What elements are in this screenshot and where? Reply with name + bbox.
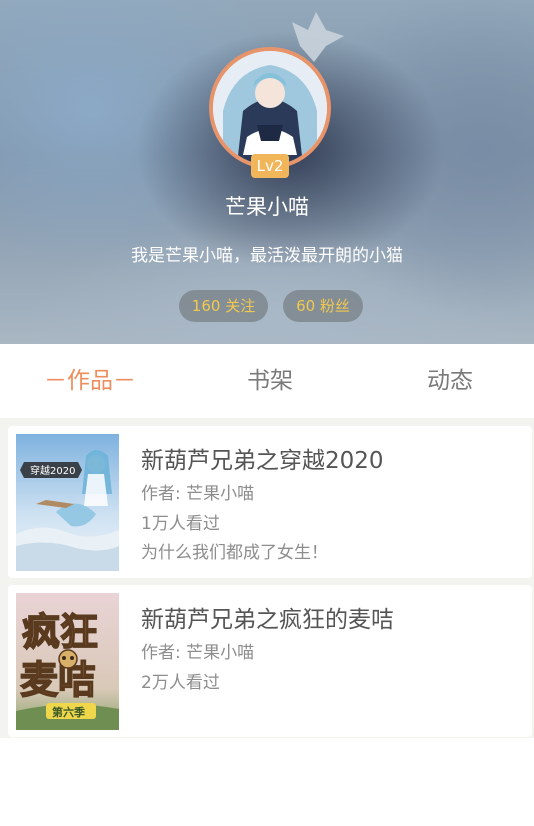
book-cover: 疯狂 麦咭 第六季 [16, 593, 119, 730]
level-badge: Lv2 [251, 154, 289, 178]
book-card[interactable]: 穿越2020 新葫芦兄弟之穿越2020 作者: 芒果小喵 1万人看过 为什么我们… [8, 426, 532, 578]
book-description: 为什么我们都成了女生！ [141, 543, 328, 563]
avatar-image [213, 51, 327, 165]
profile-tabs: －作品－ 书架 动态 [0, 344, 534, 418]
tab-activity[interactable]: 动态 [380, 344, 520, 418]
book-card[interactable]: 疯狂 麦咭 第六季 新葫芦兄弟之疯狂的麦咭 作者: 芒果小喵 2万人看过 [8, 585, 532, 737]
book-title: 新葫芦兄弟之穿越2020 [141, 448, 384, 474]
book-views: 1万人看过 [141, 514, 220, 534]
user-bio: 我是芒果小喵，最活泼最开朗的小猫 [131, 246, 403, 266]
fans-count-button[interactable]: 60 粉丝 [283, 290, 363, 322]
cover-sign-text: 穿越2020 [30, 464, 75, 477]
profile-header: Lv2 芒果小喵 我是芒果小喵，最活泼最开朗的小猫 160 关注 60 粉丝 [0, 0, 534, 344]
following-count-button[interactable]: 160 关注 [179, 290, 268, 322]
cover-big-title-bottom: 麦咭 [20, 658, 96, 702]
book-author: 作者: 芒果小喵 [141, 484, 255, 504]
username: 芒果小喵 [225, 195, 309, 219]
book-cover: 穿越2020 [16, 434, 119, 571]
cover-season-label: 第六季 [52, 705, 86, 719]
tab-works[interactable]: －作品－ [20, 344, 160, 418]
tab-bookshelf[interactable]: 书架 [200, 344, 340, 418]
cover-big-title-top: 疯狂 [22, 610, 98, 654]
book-author: 作者: 芒果小喵 [141, 643, 255, 663]
avatar[interactable] [209, 47, 331, 169]
book-views: 2万人看过 [141, 673, 220, 693]
book-title: 新葫芦兄弟之疯狂的麦咭 [141, 607, 394, 633]
